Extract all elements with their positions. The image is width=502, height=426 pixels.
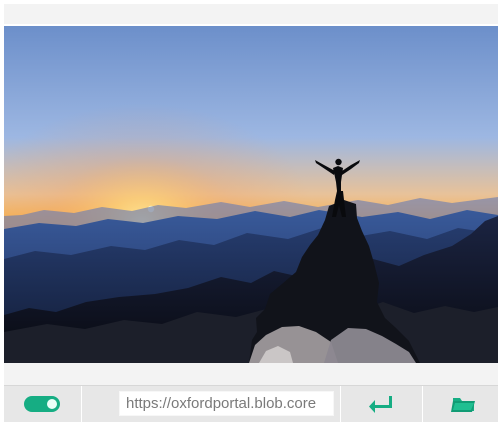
toggle-switch[interactable] (24, 396, 60, 412)
url-input[interactable]: https://oxfordportal.blob.core (119, 391, 334, 416)
folder-icon (451, 398, 475, 412)
image-viewport (4, 26, 498, 363)
top-empty-bar (4, 4, 498, 24)
mountain-sunset-photo-icon (4, 26, 498, 363)
bottom-toolbar: https://oxfordportal.blob.core (4, 385, 498, 422)
toolbar-divider (422, 386, 423, 422)
enter-button[interactable] (367, 392, 395, 416)
enter-return-icon (369, 396, 392, 413)
toolbar-divider (81, 386, 82, 422)
browser-window: https://oxfordportal.blob.core (0, 0, 502, 426)
image-caption-gap (4, 363, 498, 385)
toolbar-divider (340, 386, 341, 422)
folder-button[interactable] (450, 392, 478, 416)
toggle-switch-icon (47, 399, 57, 409)
